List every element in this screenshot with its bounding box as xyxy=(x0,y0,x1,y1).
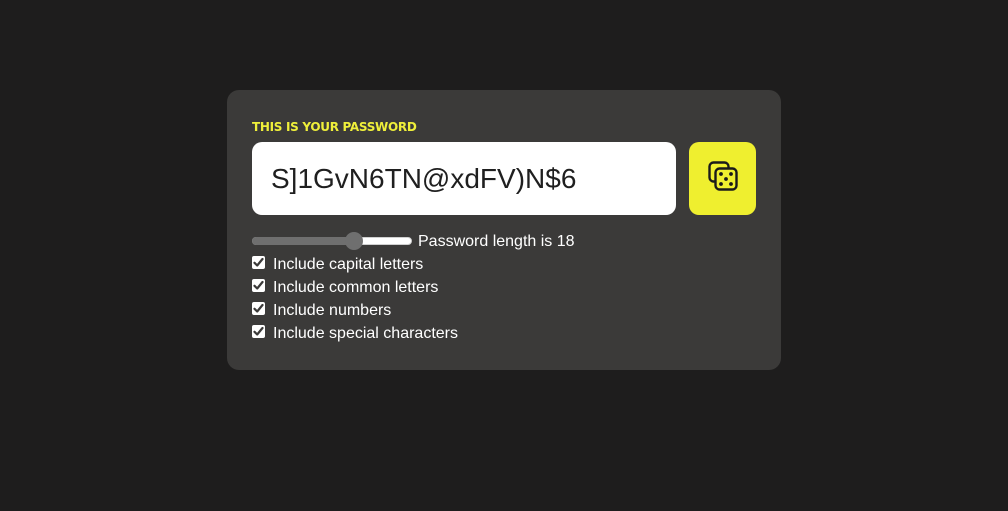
length-row: Password length is 18 xyxy=(252,229,756,253)
options-list: Include capital letters Include common le… xyxy=(252,253,756,345)
option-label: Include common letters xyxy=(273,279,439,296)
option-capital-letters[interactable]: Include capital letters xyxy=(252,253,756,276)
option-label: Include special characters xyxy=(273,325,458,342)
checkbox[interactable] xyxy=(252,325,265,338)
option-label: Include capital letters xyxy=(273,256,424,273)
password-length-slider[interactable] xyxy=(252,232,412,250)
password-text: S]1GvN6TN@xdFV)N$6 xyxy=(271,162,577,194)
password-row: S]1GvN6TN@xdFV)N$6 xyxy=(252,142,756,215)
password-options: Password length is 18 Include capital le… xyxy=(252,229,756,345)
password-card: THIS IS YOUR PASSWORD S]1GvN6TN@xdFV)N$6 xyxy=(227,90,781,370)
slider-thumb[interactable] xyxy=(345,232,364,250)
slider-fill xyxy=(252,237,355,245)
checkmark-icon xyxy=(253,326,264,336)
password-length-label: Password length is 18 xyxy=(418,232,575,250)
generate-password-button[interactable] xyxy=(689,142,756,215)
password-output[interactable]: S]1GvN6TN@xdFV)N$6 xyxy=(252,142,676,215)
page-title: THIS IS YOUR PASSWORD xyxy=(252,120,417,134)
option-special-characters[interactable]: Include special characters xyxy=(252,322,756,345)
option-numbers[interactable]: Include numbers xyxy=(252,299,756,322)
checkmark-icon xyxy=(253,303,264,313)
checkbox[interactable] xyxy=(252,256,265,269)
checkbox[interactable] xyxy=(252,302,265,315)
checkmark-icon xyxy=(253,280,264,290)
checkmark-icon xyxy=(253,257,264,267)
option-label: Include numbers xyxy=(273,302,392,319)
dice-icon xyxy=(707,160,739,197)
checkbox[interactable] xyxy=(252,279,265,292)
option-common-letters[interactable]: Include common letters xyxy=(252,276,756,299)
